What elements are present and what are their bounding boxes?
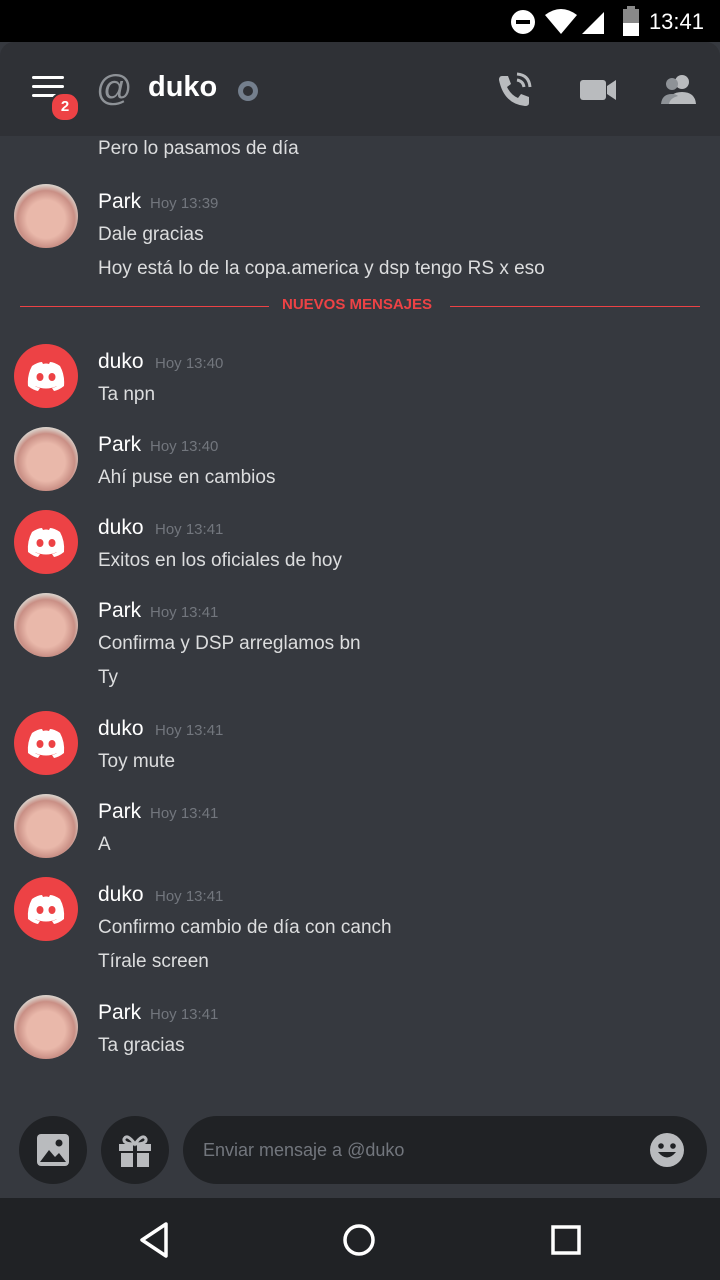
do-not-disturb-icon <box>511 10 535 34</box>
emoji-icon[interactable] <box>649 1132 685 1168</box>
timestamp: Hoy 13:40 <box>150 438 219 455</box>
message-line: Ty <box>98 667 119 688</box>
video-icon[interactable] <box>578 70 618 110</box>
message-input-placeholder: Enviar mensaje a @duko <box>203 1140 405 1160</box>
battery-icon <box>623 6 639 36</box>
username[interactable]: duko <box>98 516 144 540</box>
message-line: Ta npn <box>98 384 156 405</box>
notification-badge: 2 <box>50 92 80 122</box>
offline-status-icon <box>238 81 258 101</box>
message-line: Pero lo pasamos de día <box>98 138 299 159</box>
message-input[interactable]: Enviar mensaje a @duko <box>183 1116 707 1184</box>
message-line: Ahí puse en cambios <box>98 467 276 488</box>
user-avatar[interactable] <box>14 593 78 657</box>
gift-icon <box>119 1135 151 1167</box>
user-avatar[interactable] <box>14 184 78 248</box>
username[interactable]: Park <box>98 433 141 457</box>
user-avatar[interactable] <box>14 995 78 1059</box>
message-composer: Enviar mensaje a @duko <box>0 1096 720 1198</box>
call-icon[interactable] <box>494 70 534 110</box>
clock: 13:41 <box>648 9 704 34</box>
username[interactable]: Park <box>98 800 141 824</box>
divider-label: NUEVOS MENSAJES <box>282 296 433 313</box>
discord-avatar-icon[interactable] <box>14 711 78 775</box>
discord-avatar-icon[interactable] <box>14 877 78 941</box>
android-nav-bar <box>0 1198 720 1280</box>
wifi-icon <box>545 9 577 34</box>
user-avatar[interactable] <box>14 794 78 858</box>
username[interactable]: Park <box>98 1001 141 1025</box>
timestamp: Hoy 13:40 <box>155 355 224 372</box>
channel-header: 2 @ duko <box>0 42 720 136</box>
message-line: Toy mute <box>98 751 176 772</box>
home-icon[interactable] <box>341 1222 377 1258</box>
members-icon[interactable] <box>658 70 698 110</box>
message-line: Dale gracias <box>98 224 204 245</box>
message-line: Tírale screen <box>98 951 209 972</box>
username[interactable]: duko <box>98 883 144 907</box>
username[interactable]: Park <box>98 190 141 214</box>
status-bar: 13:41 <box>0 0 720 42</box>
at-icon: @ <box>96 67 133 108</box>
user-avatar[interactable] <box>14 427 78 491</box>
message-line: Confirmo cambio de día con canch <box>98 917 392 938</box>
message-line: Confirma y DSP arreglamos bn <box>98 633 361 654</box>
timestamp: Hoy 13:41 <box>155 722 224 739</box>
message-line: Hoy está lo de la copa.america y dsp ten… <box>98 258 545 279</box>
discord-avatar-icon[interactable] <box>14 510 78 574</box>
message-list: Pero lo pasamos de día Park Hoy 13:39 Da… <box>0 136 720 1096</box>
timestamp: Hoy 13:41 <box>150 604 219 621</box>
timestamp: Hoy 13:39 <box>150 195 219 212</box>
username[interactable]: Park <box>98 599 141 623</box>
gift-button[interactable] <box>101 1116 169 1184</box>
channel-title: duko <box>148 71 218 103</box>
timestamp: Hoy 13:41 <box>150 805 219 822</box>
signal-icon <box>582 12 604 34</box>
username[interactable]: duko <box>98 350 144 374</box>
timestamp: Hoy 13:41 <box>150 1006 219 1023</box>
image-upload-button[interactable] <box>19 1116 87 1184</box>
username[interactable]: duko <box>98 717 144 741</box>
recents-icon[interactable] <box>550 1224 582 1256</box>
message-line: A <box>98 834 111 855</box>
timestamp: Hoy 13:41 <box>155 888 224 905</box>
image-icon <box>37 1134 69 1166</box>
back-icon[interactable] <box>136 1220 172 1260</box>
new-messages-divider: NUEVOS MENSAJES <box>20 296 700 313</box>
message-line: Exitos en los oficiales de hoy <box>98 550 342 571</box>
timestamp: Hoy 13:41 <box>155 521 224 538</box>
discord-avatar-icon[interactable] <box>14 344 78 408</box>
message-line: Ta gracias <box>98 1035 185 1056</box>
